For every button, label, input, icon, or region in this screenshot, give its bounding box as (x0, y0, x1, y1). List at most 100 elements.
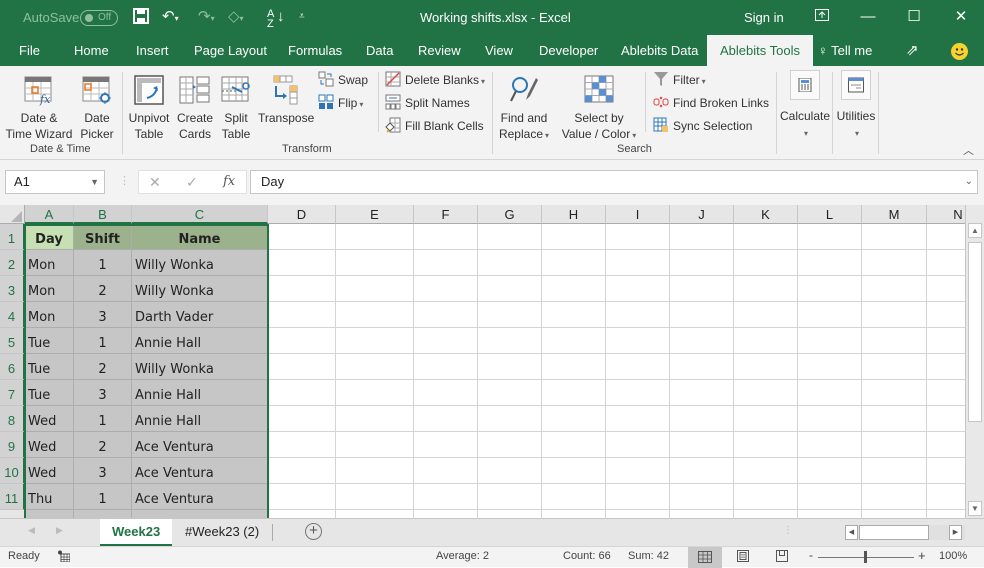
minimize-icon[interactable]: — (855, 6, 881, 28)
cell[interactable] (414, 380, 478, 406)
row-header[interactable]: 3 (0, 276, 25, 302)
cell[interactable] (927, 354, 965, 380)
cell[interactable] (542, 406, 606, 432)
date-picker-button[interactable]: Date Picker (77, 74, 117, 142)
cell[interactable]: Wed (25, 458, 74, 484)
find-broken-links-button[interactable]: Find Broken Links (653, 94, 769, 112)
row-header[interactable]: 1 (0, 224, 25, 250)
cell[interactable] (414, 328, 478, 354)
tab-home[interactable]: Home (74, 35, 109, 66)
cell[interactable]: Willy Wonka (132, 250, 268, 276)
row-header[interactable]: 6 (0, 354, 25, 380)
transpose-button[interactable]: Transpose (258, 74, 314, 126)
next-sheet-icon[interactable]: ▶ (56, 525, 63, 536)
row-header[interactable]: 5 (0, 328, 25, 354)
formula-bar-grip-icon[interactable]: ⋮ (119, 174, 130, 187)
cell[interactable] (542, 328, 606, 354)
cell[interactable] (606, 510, 670, 518)
row-header[interactable]: 2 (0, 250, 25, 276)
sync-selection-button[interactable]: Sync Selection (653, 117, 752, 135)
scroll-up-icon[interactable]: ▲ (968, 223, 982, 238)
cell[interactable]: Tue (25, 380, 74, 406)
cell[interactable] (927, 328, 965, 354)
cell[interactable] (268, 328, 336, 354)
cell[interactable] (798, 276, 862, 302)
cell[interactable]: 2 (74, 276, 132, 302)
cell[interactable] (862, 510, 927, 518)
cell[interactable] (734, 380, 798, 406)
prev-sheet-icon[interactable]: ◀ (28, 525, 35, 536)
cell[interactable] (414, 250, 478, 276)
cell[interactable] (25, 510, 74, 518)
worksheet-grid[interactable]: ABCDEFGHIJKLMN 1 Day Shift Name 2 Mon 1 Willy W… (0, 205, 965, 518)
cell[interactable] (798, 224, 862, 250)
column-header-d[interactable]: D (268, 205, 336, 224)
tab-ablebits-data[interactable]: Ablebits Data (621, 35, 698, 66)
redo-icon[interactable]: ↷▾ (198, 8, 215, 28)
split-grip-icon[interactable]: ⋮ (783, 525, 793, 536)
cell[interactable] (268, 250, 336, 276)
cell[interactable] (734, 406, 798, 432)
touch-mode-icon[interactable]: ◇▾ (228, 8, 244, 28)
cell[interactable] (268, 354, 336, 380)
cell[interactable] (927, 432, 965, 458)
sheet-tab-week23-2[interactable]: #Week23 (2) (173, 519, 271, 546)
cell[interactable] (414, 276, 478, 302)
cell[interactable] (927, 224, 965, 250)
column-header-e[interactable]: E (336, 205, 414, 224)
utilities-button[interactable]: Utilities ▾ (834, 70, 878, 142)
cell[interactable] (670, 510, 734, 518)
cell[interactable] (798, 250, 862, 276)
cell[interactable] (734, 302, 798, 328)
autosave-toggle[interactable]: Off (80, 10, 118, 26)
cell[interactable] (336, 328, 414, 354)
tab-view[interactable]: View (485, 35, 513, 66)
cell[interactable] (336, 484, 414, 510)
cell[interactable] (670, 432, 734, 458)
row-header[interactable]: 7 (0, 380, 25, 406)
flip-button[interactable]: Flip ▾ (318, 94, 363, 112)
cell[interactable] (734, 510, 798, 518)
cell[interactable] (336, 302, 414, 328)
cell[interactable] (542, 276, 606, 302)
cell[interactable]: Willy Wonka (132, 276, 268, 302)
cell[interactable] (74, 510, 132, 518)
cell[interactable] (862, 458, 927, 484)
cell[interactable] (862, 432, 927, 458)
cell[interactable]: Mon (25, 250, 74, 276)
cell[interactable] (478, 328, 542, 354)
cell[interactable] (606, 458, 670, 484)
column-header-f[interactable]: F (414, 205, 478, 224)
cell[interactable] (798, 484, 862, 510)
cell[interactable] (336, 354, 414, 380)
column-header-g[interactable]: G (478, 205, 542, 224)
cell[interactable] (478, 224, 542, 250)
cell[interactable] (414, 354, 478, 380)
cell[interactable] (927, 250, 965, 276)
cell[interactable]: Wed (25, 406, 74, 432)
customize-qat-icon[interactable]: ⩡ (299, 8, 305, 26)
formula-input[interactable]: Day ⌄ (250, 170, 978, 194)
cell[interactable] (798, 432, 862, 458)
cell[interactable] (414, 510, 478, 518)
cell[interactable] (606, 354, 670, 380)
smiley-feedback-icon[interactable] (951, 43, 968, 60)
cell[interactable] (414, 224, 478, 250)
cell[interactable] (927, 484, 965, 510)
cell[interactable] (542, 484, 606, 510)
column-header-h[interactable]: H (542, 205, 606, 224)
cell[interactable] (734, 250, 798, 276)
scroll-right-icon[interactable]: ▶ (949, 525, 962, 540)
tab-file[interactable]: File (19, 35, 40, 66)
expand-formula-bar-icon[interactable]: ⌄ (965, 171, 973, 193)
cell[interactable]: Annie Hall (132, 328, 268, 354)
cell[interactable] (734, 328, 798, 354)
cell[interactable]: 1 (74, 328, 132, 354)
cell[interactable] (268, 484, 336, 510)
scroll-down-icon[interactable]: ▼ (968, 501, 982, 516)
date-time-wizard-button[interactable]: fx Date & Time Wizard (5, 74, 73, 142)
cell[interactable]: Wed (25, 432, 74, 458)
name-box-dropdown-icon[interactable]: ▼ (90, 171, 99, 193)
cell[interactable]: Ace Ventura (132, 458, 268, 484)
filter-button[interactable]: Filter ▾ (653, 71, 706, 89)
